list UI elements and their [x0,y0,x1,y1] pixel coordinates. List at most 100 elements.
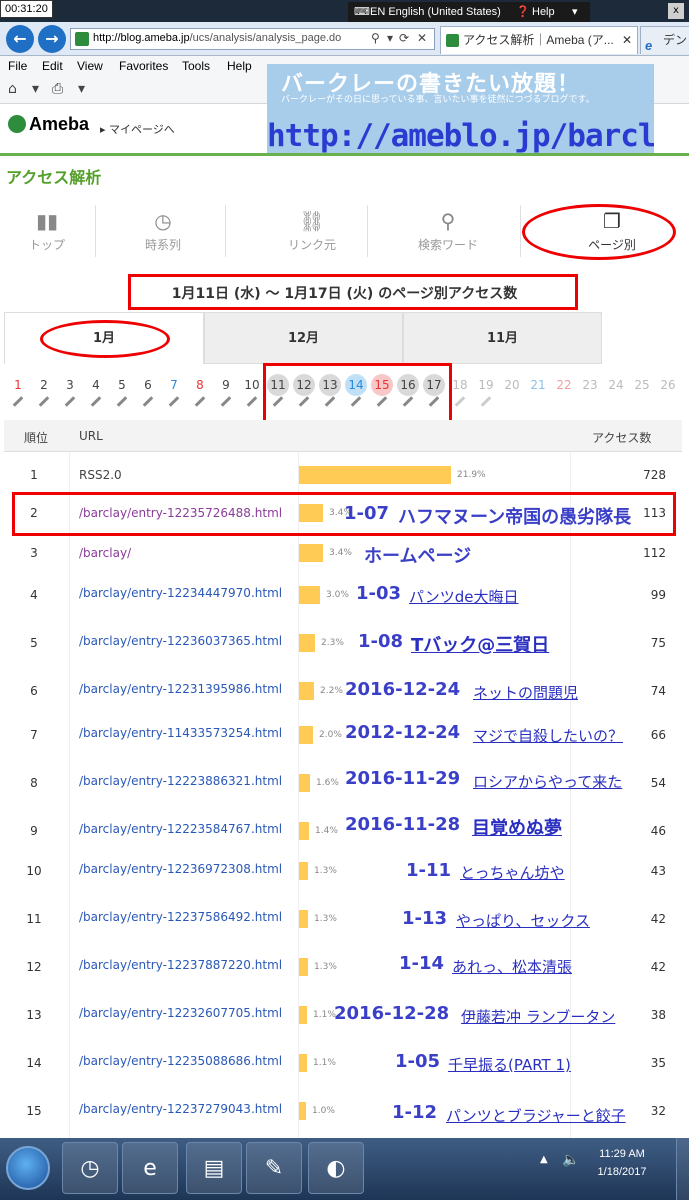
percent-cell: 1.1% [313,1010,336,1020]
table-row: 3 /barclay/ 3.4% 112 [4,530,682,578]
menu-favorites[interactable]: Favorites [119,59,168,73]
pencil-icon[interactable] [38,396,50,407]
start-button[interactable] [6,1146,50,1190]
nav-search-words[interactable]: ⚲ 検索ワード [368,200,528,266]
search-icon[interactable]: ⚲ [371,31,380,45]
day-7[interactable]: 7 [163,374,185,396]
folder-icon[interactable]: ▤ [186,1142,242,1194]
dropdown-icon[interactable]: ▾ [387,31,393,45]
language-bar[interactable]: ⌨ EN English (United States) ❓ Help ▾ [348,2,590,22]
url-link[interactable]: /barclay/entry-12236037365.html [79,634,282,648]
banner-url: http://ameblo.jp/barclay [267,118,654,154]
table-row: 9 /barclay/entry-12223584767.html 1.4% 4… [4,814,682,862]
pencil-icon[interactable] [194,396,206,407]
window-title-bar: 00:31:20 ⌨ EN English (United States) ❓ … [0,0,689,22]
tray-expand-icon[interactable]: ▲ [540,1154,548,1165]
back-button[interactable]: ← [6,25,34,53]
close-tab-icon[interactable]: ✕ [622,27,632,53]
day-1[interactable]: 1 [7,374,29,396]
refresh-icon[interactable]: ⟳ [399,31,409,45]
url-link[interactable]: /barclay/entry-12223886321.html [79,774,282,788]
paint-icon[interactable]: ◐ [308,1142,364,1194]
pencil-icon[interactable] [90,396,102,407]
show-desktop-button[interactable] [676,1138,689,1200]
nav-top[interactable]: ▮▮ トップ [0,200,94,266]
address-field[interactable]: http://blog.ameba.jp/ucs/analysis/analys… [70,28,435,50]
rank-cell: 7 [30,728,38,742]
url-link[interactable]: /barclay/entry-12234447970.html [79,586,282,600]
day-6[interactable]: 6 [137,374,159,396]
url-link[interactable]: /barclay/entry-12237586492.html [79,910,282,924]
mypage-link[interactable]: ▸ マイページへ [100,121,175,137]
pencil-icon[interactable] [220,396,232,407]
day-8[interactable]: 8 [189,374,211,396]
annotation-title: ハフマヌーン帝国の愚劣隊長 [398,507,632,528]
url-link[interactable]: /barclay/entry-12232607705.html [79,1006,282,1020]
bar-fill [299,1054,307,1072]
pencil-icon[interactable] [142,396,154,407]
language-label[interactable]: EN English (United States) [370,2,501,22]
nav-timeseries[interactable]: ◷ 時系列 [96,200,230,266]
url-link[interactable]: /barclay/entry-11433573254.html [79,726,282,740]
bar-fill [299,726,313,744]
day-5[interactable]: 5 [111,374,133,396]
tray-time[interactable]: 11:29 AM [590,1148,654,1160]
ie-icon[interactable]: e [122,1142,178,1194]
keyboard-icon: ⌨ [354,6,370,18]
pencil-icon[interactable] [168,396,180,407]
menu-tools[interactable]: Tools [182,59,210,73]
notepad-icon[interactable]: ✎ [246,1142,302,1194]
close-icon[interactable]: x [668,3,684,19]
day-3[interactable]: 3 [59,374,81,396]
url-link[interactable]: /barclay/entry-12237279043.html [79,1102,282,1116]
clock-app-icon[interactable]: ◷ [62,1142,118,1194]
nav-label: 時系列 [144,238,181,252]
tab-november[interactable]: 11月 [403,312,602,364]
url-path: /ucs/analysis/analysis_page.do [189,32,342,44]
url-link[interactable]: /barclay/entry-12223584767.html [79,822,282,836]
pencil-icon [454,396,466,407]
day-10[interactable]: 10 [241,374,263,396]
home-icon[interactable]: ⌂ [8,81,17,97]
chevron-down-icon[interactable]: ▾ [572,2,578,22]
nav-label: 検索ワード [417,238,478,252]
menu-help[interactable]: Help [227,59,252,73]
chevron-down-icon[interactable]: ▾ [32,81,39,97]
pencil-icon[interactable] [12,396,24,407]
day-9[interactable]: 9 [215,374,237,396]
tab-december[interactable]: 12月 [204,312,403,364]
pencil-icon[interactable] [246,396,258,407]
clock-icon: ◷ [154,209,172,233]
url-link[interactable]: /barclay/entry-12237887220.html [79,958,282,972]
pencil-icon[interactable] [116,396,128,407]
ameba-logo[interactable]: Ameba [8,114,89,135]
volume-icon[interactable]: 🔈 [562,1152,579,1168]
url-link[interactable]: /barclay/entry-12236972308.html [79,862,282,876]
url-text[interactable]: http://blog.ameba.jp/ucs/analysis/analys… [93,32,363,44]
tab-ameba-analysis[interactable]: アクセス解析｜Ameba (ア... ✕ [440,26,638,54]
percent-cell: 21.9% [457,470,486,480]
menu-file[interactable]: File [8,59,27,73]
pencil-icon[interactable] [64,396,76,407]
help-label[interactable]: Help [532,2,555,22]
tab-other[interactable]: e デン [640,26,689,54]
url-link[interactable]: /barclay/entry-12235088686.html [79,1054,282,1068]
banner-subtitle: バークレーがその日に思っている事、言いたい事を徒然につづるブログです。 [281,95,595,105]
day-21: 21 [530,378,546,392]
url-link[interactable]: /barclay/ [79,546,131,560]
menu-view[interactable]: View [77,59,103,73]
day-2[interactable]: 2 [33,374,55,396]
url-cell: RSS2.0 [79,468,122,482]
header-count: アクセス数 [592,431,652,445]
print-icon[interactable]: ⎙ [52,81,63,97]
tray-date[interactable]: 1/18/2017 [590,1166,654,1178]
day-4[interactable]: 4 [85,374,107,396]
menu-edit[interactable]: Edit [42,59,63,73]
bar-fill [299,1006,307,1024]
url-link[interactable]: /barclay/entry-12231395986.html [79,682,282,696]
chevron-down-icon[interactable]: ▾ [78,81,85,97]
annotation-title: パンツとブラジャーと餃子 [446,1107,626,1125]
stop-icon[interactable]: ✕ [417,31,427,45]
forward-button[interactable]: → [38,25,66,53]
rank-cell: 10 [26,864,42,878]
